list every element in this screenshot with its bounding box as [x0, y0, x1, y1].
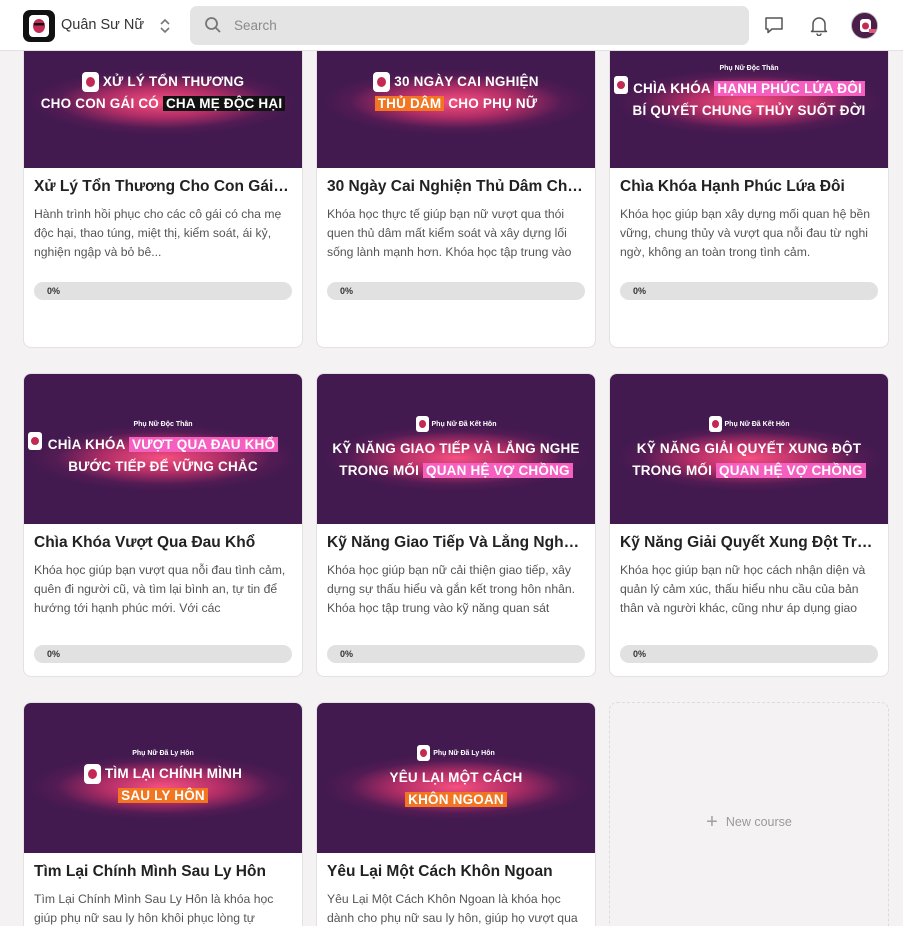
search-icon [205, 17, 221, 33]
course-thumbnail: Phụ Nữ Đã Ly Hôn Tìm lại chính mình sau … [24, 703, 302, 853]
thumb-text: Kỹ năng giải quyết xung đột [636, 441, 862, 456]
course-thumbnail: Phụ Nữ Đã Kết Hôn Kỹ năng giao tiếp và l… [317, 374, 595, 524]
brand-logo-icon [373, 72, 391, 93]
thumb-text: Bước tiếp để vững chắc [68, 458, 258, 474]
course-card[interactable]: Phụ Nữ Đã Kết Hôn Kỹ năng giải quyết xun… [609, 373, 889, 677]
course-description: Khóa học giúp bạn nữ học cách nhận diện … [620, 563, 866, 615]
progress-bar: 0% [620, 645, 878, 663]
audience-tag: Phụ Nữ Đã Kết Hôn [415, 416, 497, 432]
course-description: Khóa học giúp bạn nữ cải thiện giao tiếp… [327, 563, 576, 615]
audience-tag-label: Phụ Nữ Đã Kết Hôn [431, 420, 497, 428]
thumb-text: Yêu lại một cách [389, 770, 523, 785]
course-description: Tìm Lại Chính Mình Sau Ly Hôn là khóa họ… [34, 892, 274, 925]
thumb-highlight: khôn ngoan [405, 792, 507, 807]
course-card[interactable]: Phụ Nữ Đã Kết Hôn Kỹ năng giao tiếp và l… [316, 373, 596, 677]
progress-bar: 0% [620, 282, 878, 300]
course-description: Khóa học giúp bạn vượt qua nỗi đau tình … [34, 563, 286, 615]
course-thumbnail: Phụ Nữ Đã Ly Hôn Yêu lại một cách khôn n… [317, 703, 595, 853]
thumb-text: Xử lý tổn thương [102, 74, 245, 89]
course-title[interactable]: Chìa Khóa Vượt Qua Đau Khổ [34, 534, 290, 552]
thumb-text: cho phụ nữ [444, 96, 538, 111]
thumb-text: trong mối [339, 463, 423, 478]
course-thumbnail: Phụ Nữ Độc Thân Chìa khóa vượt qua đau k… [24, 374, 302, 524]
audience-tag: Phụ Nữ Đã Kết Hôn [708, 416, 790, 432]
course-card[interactable]: Phụ Nữ Đã Ly Hôn Tìm lại chính mình sau … [23, 702, 303, 926]
thumb-text: Kỹ năng giao tiếp và lắng nghe [332, 441, 580, 456]
progress-label: 0% [47, 286, 61, 296]
course-card[interactable]: 30 ngày cai nghiện thủ dâm cho phụ nữ 30… [316, 17, 596, 348]
top-bar: Quân Sư Nữ [0, 0, 903, 51]
course-card[interactable]: Phụ Nữ Đã Ly Hôn Yêu lại một cách khôn n… [316, 702, 596, 926]
user-avatar[interactable] [851, 12, 878, 39]
progress-label: 0% [340, 649, 354, 659]
progress-label: 0% [340, 286, 354, 296]
course-title[interactable]: Chìa Khóa Hạnh Phúc Lứa Đôi [620, 178, 876, 196]
search-input[interactable] [234, 6, 724, 45]
thumb-highlight: thủ dâm [374, 96, 445, 111]
thumb-highlight: sau ly hôn [118, 787, 208, 803]
thumb-highlight: quan hệ vợ chồng [423, 463, 573, 478]
course-card[interactable]: Xử lý tổn thương cho con gái có cha mẹ đ… [23, 17, 303, 348]
chat-bubble-icon[interactable] [763, 14, 785, 36]
brand-logo-icon [708, 416, 722, 432]
course-title[interactable]: 30 Ngày Cai Nghiện Thủ Dâm Cho... [327, 178, 583, 196]
thumb-text: Chìa khóa [47, 436, 130, 452]
course-title[interactable]: Kỹ Năng Giải Quyết Xung Đột Tron... [620, 534, 876, 552]
plus-icon: + [706, 811, 718, 833]
course-card[interactable]: Phụ Nữ Độc Thân Chìa khóa vượt qua đau k… [23, 373, 303, 677]
progress-bar: 0% [34, 645, 292, 663]
course-title[interactable]: Tìm Lại Chính Mình Sau Ly Hôn [34, 863, 290, 881]
brand-logo-icon [81, 72, 99, 93]
thumb-text: cho con gái có [40, 96, 163, 111]
course-description: Khóa học thực tế giúp bạn nữ vượt qua th… [327, 207, 572, 259]
thumb-text: Chìa khóa [633, 80, 715, 96]
progress-label: 0% [47, 649, 61, 659]
progress-bar: 0% [327, 645, 585, 663]
thumb-text: trong mối [632, 463, 716, 478]
audience-tag: Phụ Nữ Đã Ly Hôn [417, 745, 495, 761]
thumb-text: Bí quyết chung thủy suốt đời [632, 102, 866, 118]
course-description: Hành trình hồi phục cho các cô gái có ch… [34, 207, 282, 259]
course-card[interactable]: Phụ Nữ Độc Thân Chìa khóa hạnh phúc lứa … [609, 17, 889, 348]
course-description: Khóa học giúp bạn xây dựng mối quan hệ b… [620, 207, 871, 259]
course-title[interactable]: Xử Lý Tổn Thương Cho Con Gái C... [34, 178, 290, 196]
new-course-label: New course [725, 815, 792, 829]
audience-tag-label: Phụ Nữ Đã Kết Hôn [724, 420, 790, 428]
course-thumbnail: Phụ Nữ Đã Kết Hôn Kỹ năng giải quyết xun… [610, 374, 888, 524]
new-course-button[interactable]: + New course [609, 702, 889, 926]
thumb-highlight: hạnh phúc lứa đôi [714, 80, 865, 96]
audience-tag-label: Phụ Nữ Đã Ly Hôn [433, 749, 495, 757]
workspace-name[interactable]: Quân Sư Nữ [61, 17, 144, 33]
thumb-text: 30 ngày cai nghiện [394, 74, 539, 89]
progress-label: 0% [633, 286, 647, 296]
brand-logo-icon [83, 763, 101, 784]
brand-logo-icon[interactable] [23, 10, 55, 42]
course-description: Yêu Lại Một Cách Khôn Ngoan là khóa học … [327, 892, 578, 925]
thumb-text: Tìm lại chính mình [104, 765, 243, 781]
thumb-highlight: vượt qua đau khổ [129, 436, 279, 452]
chevron-up-down-icon[interactable] [158, 15, 172, 37]
audience-tag: Phụ Nữ Độc Thân [719, 64, 779, 72]
bell-icon[interactable] [808, 14, 830, 36]
thumb-highlight: cha mẹ độc hại [162, 96, 286, 111]
audience-tag: Phụ Nữ Đã Ly Hôn [132, 749, 194, 757]
search-bar [190, 6, 749, 45]
progress-bar: 0% [34, 282, 292, 300]
course-title[interactable]: Yêu Lại Một Cách Khôn Ngoan [327, 863, 583, 881]
audience-tag: Phụ Nữ Độc Thân [133, 420, 193, 428]
progress-label: 0% [633, 649, 647, 659]
course-title[interactable]: Kỹ Năng Giao Tiếp Và Lắng Nghe ... [327, 534, 583, 552]
thumb-highlight: quan hệ vợ chồng [716, 463, 866, 478]
brand-logo-icon [415, 416, 429, 432]
progress-bar: 0% [327, 282, 585, 300]
brand-logo-icon [417, 745, 431, 761]
